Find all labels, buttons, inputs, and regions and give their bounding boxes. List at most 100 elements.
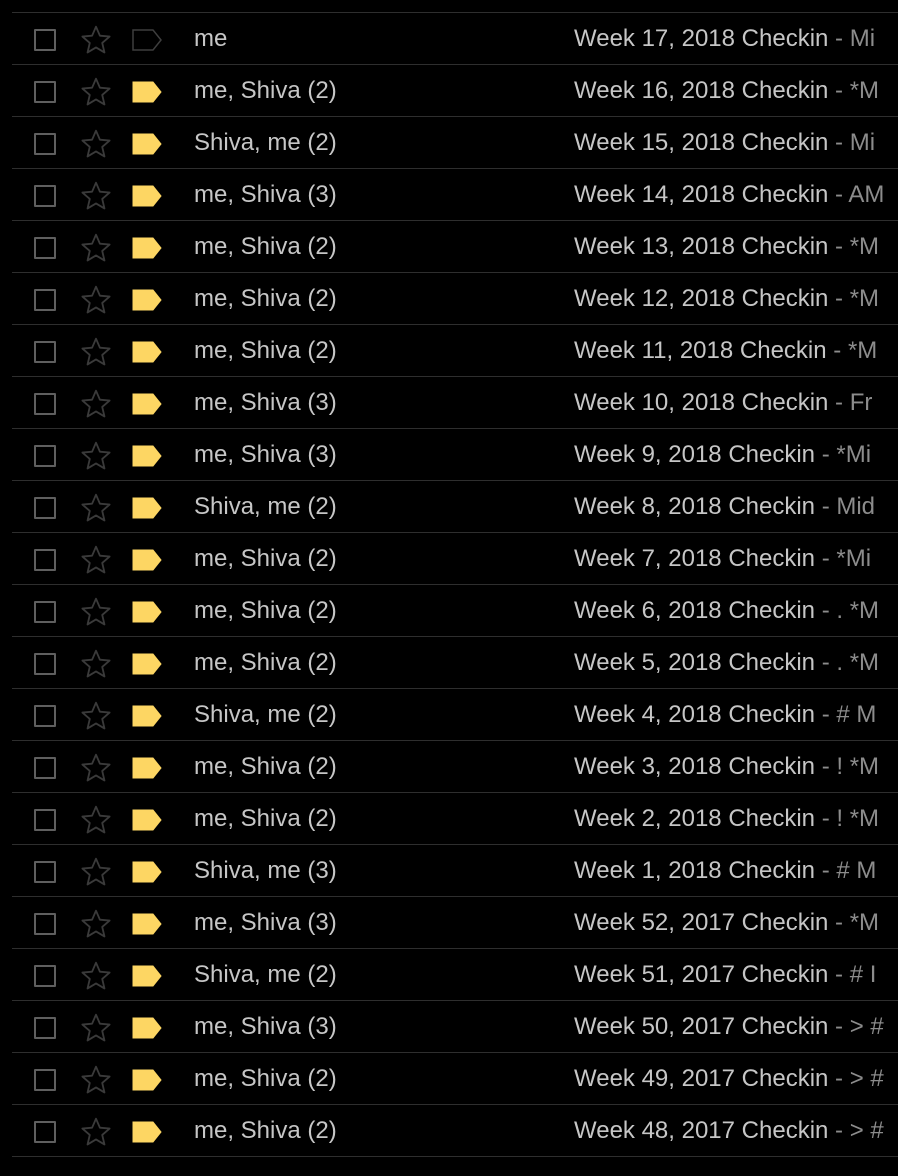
star-icon[interactable]: [79, 751, 113, 785]
importance-marker-icon[interactable]: [132, 913, 162, 935]
checkbox-icon[interactable]: [34, 653, 56, 675]
thread-row[interactable]: me, Shiva (3) Week 9, 2018 Checkin - *Mi: [12, 429, 898, 481]
checkbox-icon[interactable]: [34, 1069, 56, 1091]
checkbox-icon[interactable]: [34, 965, 56, 987]
checkbox-icon[interactable]: [34, 601, 56, 623]
importance-marker-icon[interactable]: [132, 393, 162, 415]
star-icon[interactable]: [79, 283, 113, 317]
thread-subject-line[interactable]: Week 13, 2018 Checkin - *M: [574, 221, 898, 272]
thread-row[interactable]: Shiva, me (2) Week 15, 2018 Checkin - Mi: [12, 117, 898, 169]
importance-marker-icon[interactable]: [132, 341, 162, 363]
importance-marker-icon[interactable]: [132, 809, 162, 831]
importance-marker-icon[interactable]: [132, 653, 162, 675]
thread-subject-line[interactable]: Week 17, 2018 Checkin - Mi: [574, 13, 898, 64]
star-icon[interactable]: [79, 699, 113, 733]
star-icon[interactable]: [79, 907, 113, 941]
star-icon[interactable]: [79, 543, 113, 577]
thread-subject-line[interactable]: Week 12, 2018 Checkin - *M: [574, 273, 898, 324]
thread-row[interactable]: Shiva, me (2) Week 4, 2018 Checkin - # M: [12, 689, 898, 741]
star-icon[interactable]: [79, 439, 113, 473]
importance-marker-icon[interactable]: [132, 237, 162, 259]
star-icon[interactable]: [79, 1011, 113, 1045]
thread-row[interactable]: Shiva, me (3) Week 1, 2018 Checkin - # M: [12, 845, 898, 897]
thread-row[interactable]: me, Shiva (2) Week 7, 2018 Checkin - *Mi: [12, 533, 898, 585]
importance-marker-icon[interactable]: [132, 133, 162, 155]
importance-marker-icon[interactable]: [132, 601, 162, 623]
thread-subject-line[interactable]: Week 3, 2018 Checkin - ! *M: [574, 741, 898, 792]
star-icon[interactable]: [79, 959, 113, 993]
thread-row[interactable]: me, Shiva (2) Week 49, 2017 Checkin - > …: [12, 1053, 898, 1105]
thread-subject-line[interactable]: Week 48, 2017 Checkin - > #: [574, 1105, 898, 1156]
thread-row[interactable]: me Week 17, 2018 Checkin - Mi: [12, 13, 898, 65]
star-icon[interactable]: [79, 75, 113, 109]
checkbox-icon[interactable]: [34, 29, 56, 51]
importance-marker-icon[interactable]: [132, 445, 162, 467]
thread-row[interactable]: me, Shiva (2) Week 2, 2018 Checkin - ! *…: [12, 793, 898, 845]
thread-row[interactable]: me, Shiva (2) Week 16, 2018 Checkin - *M: [12, 65, 898, 117]
star-icon[interactable]: [79, 127, 113, 161]
star-icon[interactable]: [79, 23, 113, 57]
thread-subject-line[interactable]: Week 6, 2018 Checkin - . *M: [574, 585, 898, 636]
thread-row[interactable]: me, Shiva (2) Week 13, 2018 Checkin - *M: [12, 221, 898, 273]
importance-marker-icon[interactable]: [132, 549, 162, 571]
thread-subject-line[interactable]: Week 5, 2018 Checkin - . *M: [574, 637, 898, 688]
thread-row[interactable]: me, Shiva (2) Week 48, 2017 Checkin - > …: [12, 1105, 898, 1157]
thread-subject-line[interactable]: Week 9, 2018 Checkin - *Mi: [574, 429, 898, 480]
star-icon[interactable]: [79, 595, 113, 629]
star-icon[interactable]: [79, 231, 113, 265]
importance-marker-icon[interactable]: [132, 705, 162, 727]
checkbox-icon[interactable]: [34, 81, 56, 103]
thread-subject-line[interactable]: Week 1, 2018 Checkin - # M: [574, 845, 898, 896]
checkbox-icon[interactable]: [34, 393, 56, 415]
importance-marker-icon[interactable]: [132, 757, 162, 779]
importance-marker-icon[interactable]: [132, 1069, 162, 1091]
star-icon[interactable]: [79, 855, 113, 889]
thread-subject-line[interactable]: Week 51, 2017 Checkin - # I: [574, 949, 898, 1000]
importance-marker-icon[interactable]: [132, 81, 162, 103]
checkbox-icon[interactable]: [34, 861, 56, 883]
thread-row[interactable]: me, Shiva (2) Week 12, 2018 Checkin - *M: [12, 273, 898, 325]
checkbox-icon[interactable]: [34, 809, 56, 831]
thread-row[interactable]: Shiva, me (2) Week 51, 2017 Checkin - # …: [12, 949, 898, 1001]
checkbox-icon[interactable]: [34, 705, 56, 727]
thread-subject-line[interactable]: Week 2, 2018 Checkin - ! *M: [574, 793, 898, 844]
thread-subject-line[interactable]: Week 49, 2017 Checkin - > #: [574, 1053, 898, 1104]
checkbox-icon[interactable]: [34, 497, 56, 519]
star-icon[interactable]: [79, 179, 113, 213]
star-icon[interactable]: [79, 1115, 113, 1149]
importance-marker-icon[interactable]: [132, 497, 162, 519]
star-icon[interactable]: [79, 647, 113, 681]
thread-subject-line[interactable]: Week 16, 2018 Checkin - *M: [574, 65, 898, 116]
thread-row[interactable]: Shiva, me (2) Week 8, 2018 Checkin - Mid: [12, 481, 898, 533]
thread-subject-line[interactable]: Week 52, 2017 Checkin - *M: [574, 897, 898, 948]
thread-subject-line[interactable]: Week 14, 2018 Checkin - AM: [574, 169, 898, 220]
thread-row[interactable]: me, Shiva (3) Week 52, 2017 Checkin - *M: [12, 897, 898, 949]
star-icon[interactable]: [79, 803, 113, 837]
thread-subject-line[interactable]: Week 15, 2018 Checkin - Mi: [574, 117, 898, 168]
star-icon[interactable]: [79, 387, 113, 421]
thread-row[interactable]: me, Shiva (3) Week 10, 2018 Checkin - Fr: [12, 377, 898, 429]
star-icon[interactable]: [79, 491, 113, 525]
checkbox-icon[interactable]: [34, 549, 56, 571]
star-icon[interactable]: [79, 1063, 113, 1097]
thread-row[interactable]: me, Shiva (2) Week 11, 2018 Checkin - *M: [12, 325, 898, 377]
thread-row[interactable]: me, Shiva (2) Week 6, 2018 Checkin - . *…: [12, 585, 898, 637]
checkbox-icon[interactable]: [34, 445, 56, 467]
checkbox-icon[interactable]: [34, 133, 56, 155]
thread-subject-line[interactable]: Week 7, 2018 Checkin - *Mi: [574, 533, 898, 584]
thread-row[interactable]: me, Shiva (2) Week 3, 2018 Checkin - ! *…: [12, 741, 898, 793]
thread-subject-line[interactable]: Week 11, 2018 Checkin - *M: [574, 325, 898, 376]
checkbox-icon[interactable]: [34, 185, 56, 207]
importance-marker-icon[interactable]: [132, 289, 162, 311]
checkbox-icon[interactable]: [34, 289, 56, 311]
importance-marker-icon[interactable]: [132, 965, 162, 987]
thread-subject-line[interactable]: Week 10, 2018 Checkin - Fr: [574, 377, 898, 428]
checkbox-icon[interactable]: [34, 1121, 56, 1143]
thread-row[interactable]: me, Shiva (2) Week 5, 2018 Checkin - . *…: [12, 637, 898, 689]
star-icon[interactable]: [79, 335, 113, 369]
importance-marker-icon[interactable]: [132, 185, 162, 207]
importance-marker-icon[interactable]: [132, 1017, 162, 1039]
importance-marker-icon[interactable]: [132, 29, 162, 51]
thread-subject-line[interactable]: Week 8, 2018 Checkin - Mid: [574, 481, 898, 532]
checkbox-icon[interactable]: [34, 1017, 56, 1039]
